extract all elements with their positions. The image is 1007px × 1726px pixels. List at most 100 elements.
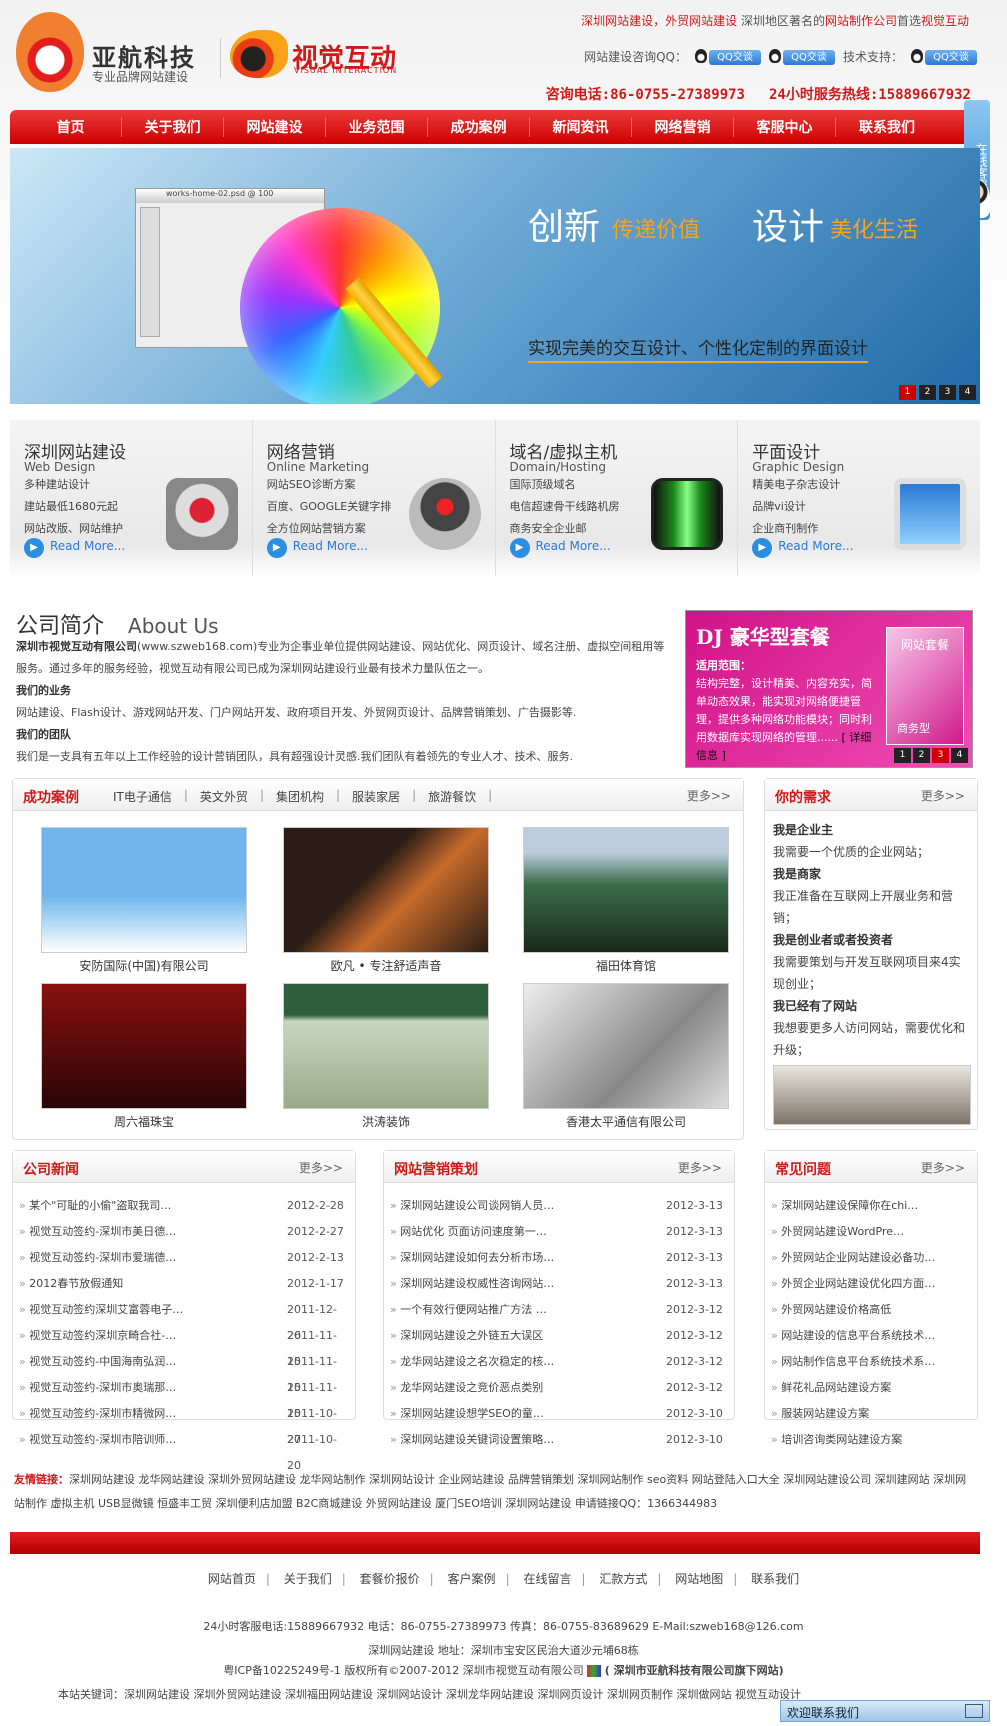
article-link[interactable]: 深圳网站建设之外链五大误区 [390,1323,543,1349]
banner-dot[interactable]: 3 [939,385,956,400]
top-link-company[interactable]: 网站制作公司 [825,14,897,28]
faq-link[interactable]: 鲜花礼品网站建设方案 [771,1375,891,1401]
footer-link[interactable]: 联系我们 [751,1572,799,1586]
news-more-link[interactable]: 更多>> [299,1159,343,1176]
list-item[interactable]: 某个"可耻的小偷"盗取我司… 2012-2-28 [19,1193,347,1219]
list-item[interactable]: 网站建设的信息平台系统技术… [771,1323,969,1349]
case-card[interactable]: 欧凡 • 专注舒适声音 [283,827,489,975]
read-more-link[interactable]: ▶ Read More... [266,538,368,558]
news-link[interactable]: 视觉互动签约-深圳市陪训师… [19,1427,176,1453]
list-item[interactable]: 深圳网站建设想学SEO的童… 2012-3-10 [390,1401,726,1427]
nav-about[interactable]: 关于我们 [122,117,224,137]
list-item[interactable]: 外贸网站企业网站建设必备功… [771,1245,969,1271]
list-item[interactable]: 深圳网站建设权威性咨询网站… 2012-3-13 [390,1271,726,1297]
nav-marketing[interactable]: 网络营销 [632,117,734,137]
yahang-logo[interactable] [16,12,86,94]
qq-button-3[interactable]: QQ交谈 [911,49,977,65]
top-link-web[interactable]: 深圳网站建设，外贸网站建设 [581,14,737,28]
footer-link[interactable]: 客户案例 [448,1572,496,1586]
faq-link[interactable]: 深圳网站建设保障你在chi… [771,1193,918,1219]
article-link[interactable]: 深圳网站建设如何去分析市场… [390,1245,554,1271]
news-link[interactable]: 视觉互动签约-深圳市爱瑞德… [19,1245,176,1271]
case-card[interactable]: 周六福珠宝 [41,983,247,1131]
nav-news[interactable]: 新闻资讯 [530,117,632,137]
footer-link[interactable]: 关于我们 [284,1572,332,1586]
dj-dot[interactable]: 3 [932,748,949,763]
list-item[interactable]: 服装网站建设方案 [771,1401,969,1427]
friend-links-list[interactable]: 深圳网站建设 龙华网站建设 深圳外贸网站建设 龙华网站制作 深圳网站设计 企业网… [14,1473,966,1510]
list-item[interactable]: 视觉互动签约深圳京畸合社-… 2011-11-15 [19,1323,347,1368]
read-more-link[interactable]: ▶ Read More... [24,538,125,558]
need-heading[interactable]: 我是企业主 [773,823,833,837]
need-heading[interactable]: 我是创业者或者投资者 [773,933,893,947]
news-link[interactable]: 视觉互动签约深圳京畸合社-… [19,1323,176,1349]
faq-link[interactable]: 外贸网站企业网站建设必备功… [771,1245,935,1271]
list-item[interactable]: 鲜花礼品网站建设方案 [771,1375,969,1401]
list-item[interactable]: 视觉互动签约-深圳市陪训师… 2011-10-20 [19,1427,347,1472]
list-item[interactable]: 深圳网站建设关键词设置策略… 2012-3-10 [390,1427,726,1453]
hero-banner[interactable]: works-home-02.psd @ 100 创新 传递价值 设计 美化生活 … [10,148,980,404]
news-link[interactable]: 某个"可耻的小偷"盗取我司… [19,1193,171,1219]
dj-dot[interactable]: 1 [894,748,911,763]
list-item[interactable]: 培训咨询类网站建设方案 [771,1427,969,1453]
list-item[interactable]: 深圳网站建设如何去分析市场… 2012-3-13 [390,1245,726,1271]
faq-link[interactable]: 网站建设的信息平台系统技术… [771,1323,935,1349]
case-card[interactable]: 洪涛装饰 [283,983,489,1131]
article-link[interactable]: 深圳网站建设权威性咨询网站… [390,1271,554,1297]
list-item[interactable]: 深圳网站建设之外链五大误区 2012-3-12 [390,1323,726,1349]
list-item[interactable]: 深圳网站建设保障你在chi… [771,1193,969,1219]
faq-link[interactable]: 培训咨询类网站建设方案 [771,1427,902,1453]
banner-dot[interactable]: 1 [899,385,916,400]
visual-interaction-logo-icon[interactable] [230,30,288,78]
case-tab[interactable]: 英文外贸 [200,788,248,805]
chat-widget-bar[interactable]: 欢迎联系我们 [780,1700,990,1722]
article-link[interactable]: 龙华网站建设之名次稳定的核… [390,1349,554,1375]
faq-link[interactable]: 外贸网站建设价格高低 [771,1297,891,1323]
banner-dot[interactable]: 4 [959,385,976,400]
case-card[interactable]: 香港太平通信有限公司 [523,983,729,1131]
dj-dot[interactable]: 4 [951,748,968,763]
needs-more-link[interactable]: 更多>> [921,787,965,804]
article-link[interactable]: 一个有效行便网站推广方法 … [390,1297,547,1323]
news-link[interactable]: 视觉互动签约-中国海南弘润… [19,1349,176,1375]
chat-expand-icon[interactable] [965,1704,983,1718]
footer-link[interactable]: 套餐价报价 [360,1572,420,1586]
list-item[interactable]: 深圳网站建设公司谈网销人员… 2012-3-13 [390,1193,726,1219]
faq-link[interactable]: 外贸企业网站建设优化四方面… [771,1271,935,1297]
list-item[interactable]: 视觉互动签约-深圳市美日德… 2012-2-27 [19,1219,347,1245]
footer-link[interactable]: 网站首页 [208,1572,256,1586]
news-link[interactable]: 视觉互动签约-深圳市精微网… [19,1401,176,1427]
list-item[interactable]: 外贸网站建设WordPre… [771,1219,969,1245]
nav-web-build[interactable]: 网站建设 [224,117,326,137]
read-more-link[interactable]: ▶ Read More... [752,538,853,558]
banner-dot[interactable]: 2 [919,385,936,400]
news-link[interactable]: 视觉互动签约-深圳市美日德… [19,1219,176,1245]
nav-cases[interactable]: 成功案例 [428,117,530,137]
list-item[interactable]: 龙华网站建设之名次稳定的核… 2012-3-12 [390,1349,726,1375]
footer-link[interactable]: 网站地图 [675,1572,723,1586]
news-link[interactable]: 视觉互动签约-深圳市奥瑞那… [19,1375,176,1401]
list-item[interactable]: 视觉互动签约深圳艾富蓉电子… 2011-12-26 [19,1297,347,1342]
qq-button-2[interactable]: QQ交谈 [768,49,835,65]
article-link[interactable]: 网站优化 页面访问速度第一… [390,1219,547,1245]
cases-more-link[interactable]: 更多>> [687,787,731,804]
case-card[interactable]: 安防国际(中国)有限公司 [41,827,247,975]
list-item[interactable]: 外贸网站建设价格高低 [771,1297,969,1323]
read-more-link[interactable]: ▶ Read More... [509,538,611,558]
news-link[interactable]: 2012春节放假通知 [19,1271,123,1297]
dj-dot[interactable]: 2 [913,748,930,763]
faq-link[interactable]: 网站制作信息平台系统技术系… [771,1349,935,1375]
list-item[interactable]: 网站制作信息平台系统技术系… [771,1349,969,1375]
need-heading[interactable]: 我已经有了网站 [773,999,857,1013]
list-item[interactable]: 视觉互动签约-深圳市奥瑞那… 2011-11-15 [19,1375,347,1420]
nav-contact[interactable]: 联系我们 [836,117,938,137]
footer-link[interactable]: 在线留言 [523,1572,571,1586]
faq-link[interactable]: 服装网站建设方案 [771,1401,869,1427]
case-card[interactable]: 福田体育馆 [523,827,729,975]
list-item[interactable]: 2012春节放假通知 2012-1-17 [19,1271,347,1297]
footer-link[interactable]: 汇款方式 [599,1572,647,1586]
marketing-more-link[interactable]: 更多>> [678,1159,722,1176]
article-link[interactable]: 深圳网站建设关键词设置策略… [390,1427,554,1453]
need-heading[interactable]: 我是商家 [773,867,821,881]
case-tab[interactable]: 集团机构 [276,788,324,805]
